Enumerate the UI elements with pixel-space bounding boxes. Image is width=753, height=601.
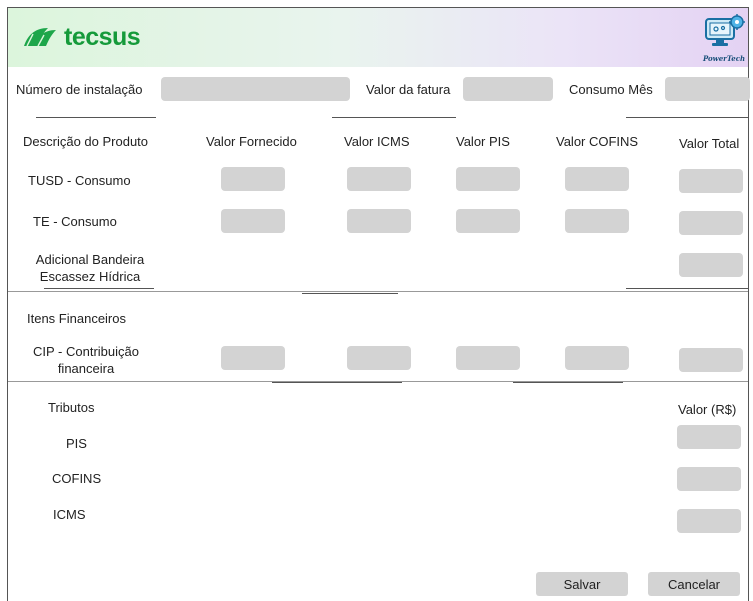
cancel-button[interactable]: Cancelar bbox=[648, 572, 740, 596]
cip-valor-total-input[interactable] bbox=[679, 348, 743, 372]
powertech-text: PowerTech bbox=[702, 54, 746, 63]
app-header: tecsus PowerTech bbox=[8, 8, 748, 67]
te-valor-icms-input[interactable] bbox=[347, 209, 411, 233]
te-valor-total-input[interactable] bbox=[679, 211, 743, 235]
tributo-label-cofins: COFINS bbox=[52, 471, 102, 486]
divider bbox=[626, 288, 748, 289]
header-valor-pis: Valor PIS bbox=[456, 134, 510, 149]
tributo-cofins-input[interactable] bbox=[677, 467, 741, 491]
divider bbox=[272, 382, 402, 383]
fatura-label: Valor da fatura bbox=[366, 82, 451, 97]
tributo-label-icms: ICMS bbox=[53, 507, 86, 522]
te-valor-fornecido-input[interactable] bbox=[221, 209, 285, 233]
row-label-bandeira-1: Adicional Bandeira bbox=[35, 252, 145, 267]
te-valor-cofins-input[interactable] bbox=[565, 209, 629, 233]
divider bbox=[332, 117, 456, 118]
divider bbox=[44, 288, 154, 289]
instalacao-input[interactable] bbox=[161, 77, 350, 101]
tusd-valor-fornecido-input[interactable] bbox=[221, 167, 285, 191]
brand-name: tecsus bbox=[64, 23, 141, 51]
financeiros-title: Itens Financeiros bbox=[27, 311, 126, 326]
computer-gear-icon bbox=[705, 14, 745, 46]
row-label-bandeira-2: Escassez Hídrica bbox=[39, 269, 141, 284]
header-valor-icms: Valor ICMS bbox=[344, 134, 410, 149]
cip-valor-fornecido-input[interactable] bbox=[221, 346, 285, 370]
leaf-logo-icon bbox=[24, 28, 56, 47]
section-divider bbox=[8, 291, 748, 292]
bandeira-valor-total-input[interactable] bbox=[679, 253, 743, 277]
save-button[interactable]: Salvar bbox=[536, 572, 628, 596]
invoice-form: tecsus PowerTech Número de instalação Va… bbox=[7, 7, 750, 601]
tributo-pis-input[interactable] bbox=[677, 425, 741, 449]
row-label-te: TE - Consumo bbox=[33, 214, 117, 229]
te-valor-pis-input[interactable] bbox=[456, 209, 520, 233]
tributos-title: Tributos bbox=[48, 400, 95, 415]
consumo-input[interactable] bbox=[665, 77, 750, 101]
divider bbox=[626, 117, 748, 118]
powertech-logo: PowerTech bbox=[702, 13, 746, 63]
tributos-valor-header: Valor (R$) bbox=[678, 402, 737, 417]
header-valor-fornecido: Valor Fornecido bbox=[206, 134, 297, 149]
cip-valor-cofins-input[interactable] bbox=[565, 346, 629, 370]
tecsus-logo: tecsus bbox=[22, 21, 141, 53]
tributo-label-pis: PIS bbox=[66, 436, 87, 451]
cip-valor-pis-input[interactable] bbox=[456, 346, 520, 370]
header-descricao: Descrição do Produto bbox=[23, 134, 149, 149]
row-label-cip-1: CIP - Contribuição bbox=[33, 344, 139, 359]
divider bbox=[36, 117, 156, 118]
tusd-valor-total-input[interactable] bbox=[679, 169, 743, 193]
row-label-tusd: TUSD - Consumo bbox=[28, 173, 131, 188]
consumo-label: Consumo Mês bbox=[569, 82, 653, 97]
tusd-valor-cofins-input[interactable] bbox=[565, 167, 629, 191]
header-valor-cofins: Valor COFINS bbox=[556, 134, 639, 149]
tusd-valor-pis-input[interactable] bbox=[456, 167, 520, 191]
tributo-icms-input[interactable] bbox=[677, 509, 741, 533]
divider bbox=[513, 382, 623, 383]
cip-valor-icms-input[interactable] bbox=[347, 346, 411, 370]
header-valor-total: Valor Total bbox=[679, 136, 740, 151]
divider bbox=[302, 293, 398, 294]
fatura-input[interactable] bbox=[463, 77, 553, 101]
instalacao-label: Número de instalação bbox=[16, 82, 143, 97]
row-label-cip-2: financeira bbox=[57, 361, 115, 376]
tusd-valor-icms-input[interactable] bbox=[347, 167, 411, 191]
